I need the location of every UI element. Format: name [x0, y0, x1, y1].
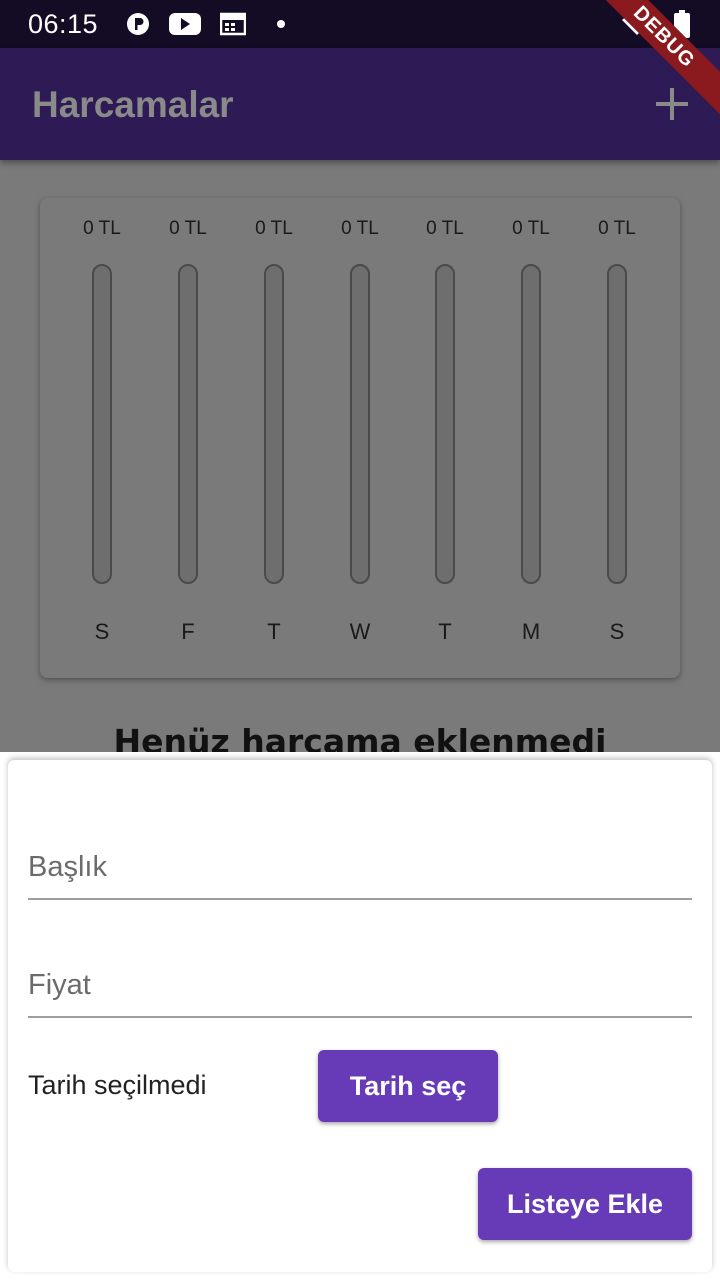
title-input[interactable]	[28, 851, 692, 884]
bar-amount: 0 TL	[255, 218, 293, 239]
bar-amount: 0 TL	[169, 218, 207, 239]
pick-date-button[interactable]: Tarih seç	[318, 1050, 498, 1122]
bar-amount: 0 TL	[341, 218, 379, 239]
app-title: Harcamalar	[32, 84, 234, 125]
bar-day-label: W	[349, 619, 371, 644]
bar-day-label: T	[438, 619, 452, 644]
app-bar: Harcamalar	[0, 48, 720, 160]
bar-day-label: F	[181, 619, 195, 644]
bar-amount: 0 TL	[598, 218, 636, 239]
dot-icon	[277, 20, 285, 28]
youtube-icon	[169, 13, 201, 35]
plus-icon[interactable]	[652, 84, 692, 124]
bar-column: 0 TL F	[148, 198, 228, 678]
bar-column: 0 TL S	[62, 198, 142, 678]
bar-track	[607, 264, 627, 584]
bar-column: 0 TL W	[320, 198, 400, 678]
bar-amount: 0 TL	[512, 218, 550, 239]
weekly-chart-card: 0 TL S 0 TL F 0 TL T 0 TL W 0 TL T 0 TL …	[40, 198, 680, 678]
bar-amount: 0 TL	[426, 218, 464, 239]
bar-track	[264, 264, 284, 584]
bar-track	[92, 264, 112, 584]
date-status-label: Tarih seçilmedi	[28, 1070, 207, 1100]
add-to-list-button[interactable]: Listeye Ekle	[478, 1168, 692, 1240]
calendar-icon	[220, 12, 246, 36]
bar-column: 0 TL T	[405, 198, 485, 678]
bar-track	[178, 264, 198, 584]
bar-day-label: T	[267, 619, 281, 644]
status-time: 06:15	[28, 9, 99, 39]
bar-day-label: S	[94, 619, 110, 644]
price-field[interactable]	[28, 936, 692, 1018]
bar-column: 0 TL T	[234, 198, 314, 678]
bar-day-label: S	[609, 619, 625, 644]
bar-amount: 0 TL	[83, 218, 121, 239]
price-input[interactable]	[28, 969, 692, 1002]
bar-column: 0 TL S	[577, 198, 657, 678]
bar-track	[350, 264, 370, 584]
bar-track	[435, 264, 455, 584]
p-notification-icon	[127, 13, 149, 35]
bar-column: 0 TL M	[491, 198, 571, 678]
bar-day-label: M	[521, 619, 541, 644]
add-expense-sheet: Tarih seçilmedi Tarih seç Listeye Ekle	[8, 760, 712, 1272]
bar-track	[521, 264, 541, 584]
title-field[interactable]	[28, 818, 692, 900]
